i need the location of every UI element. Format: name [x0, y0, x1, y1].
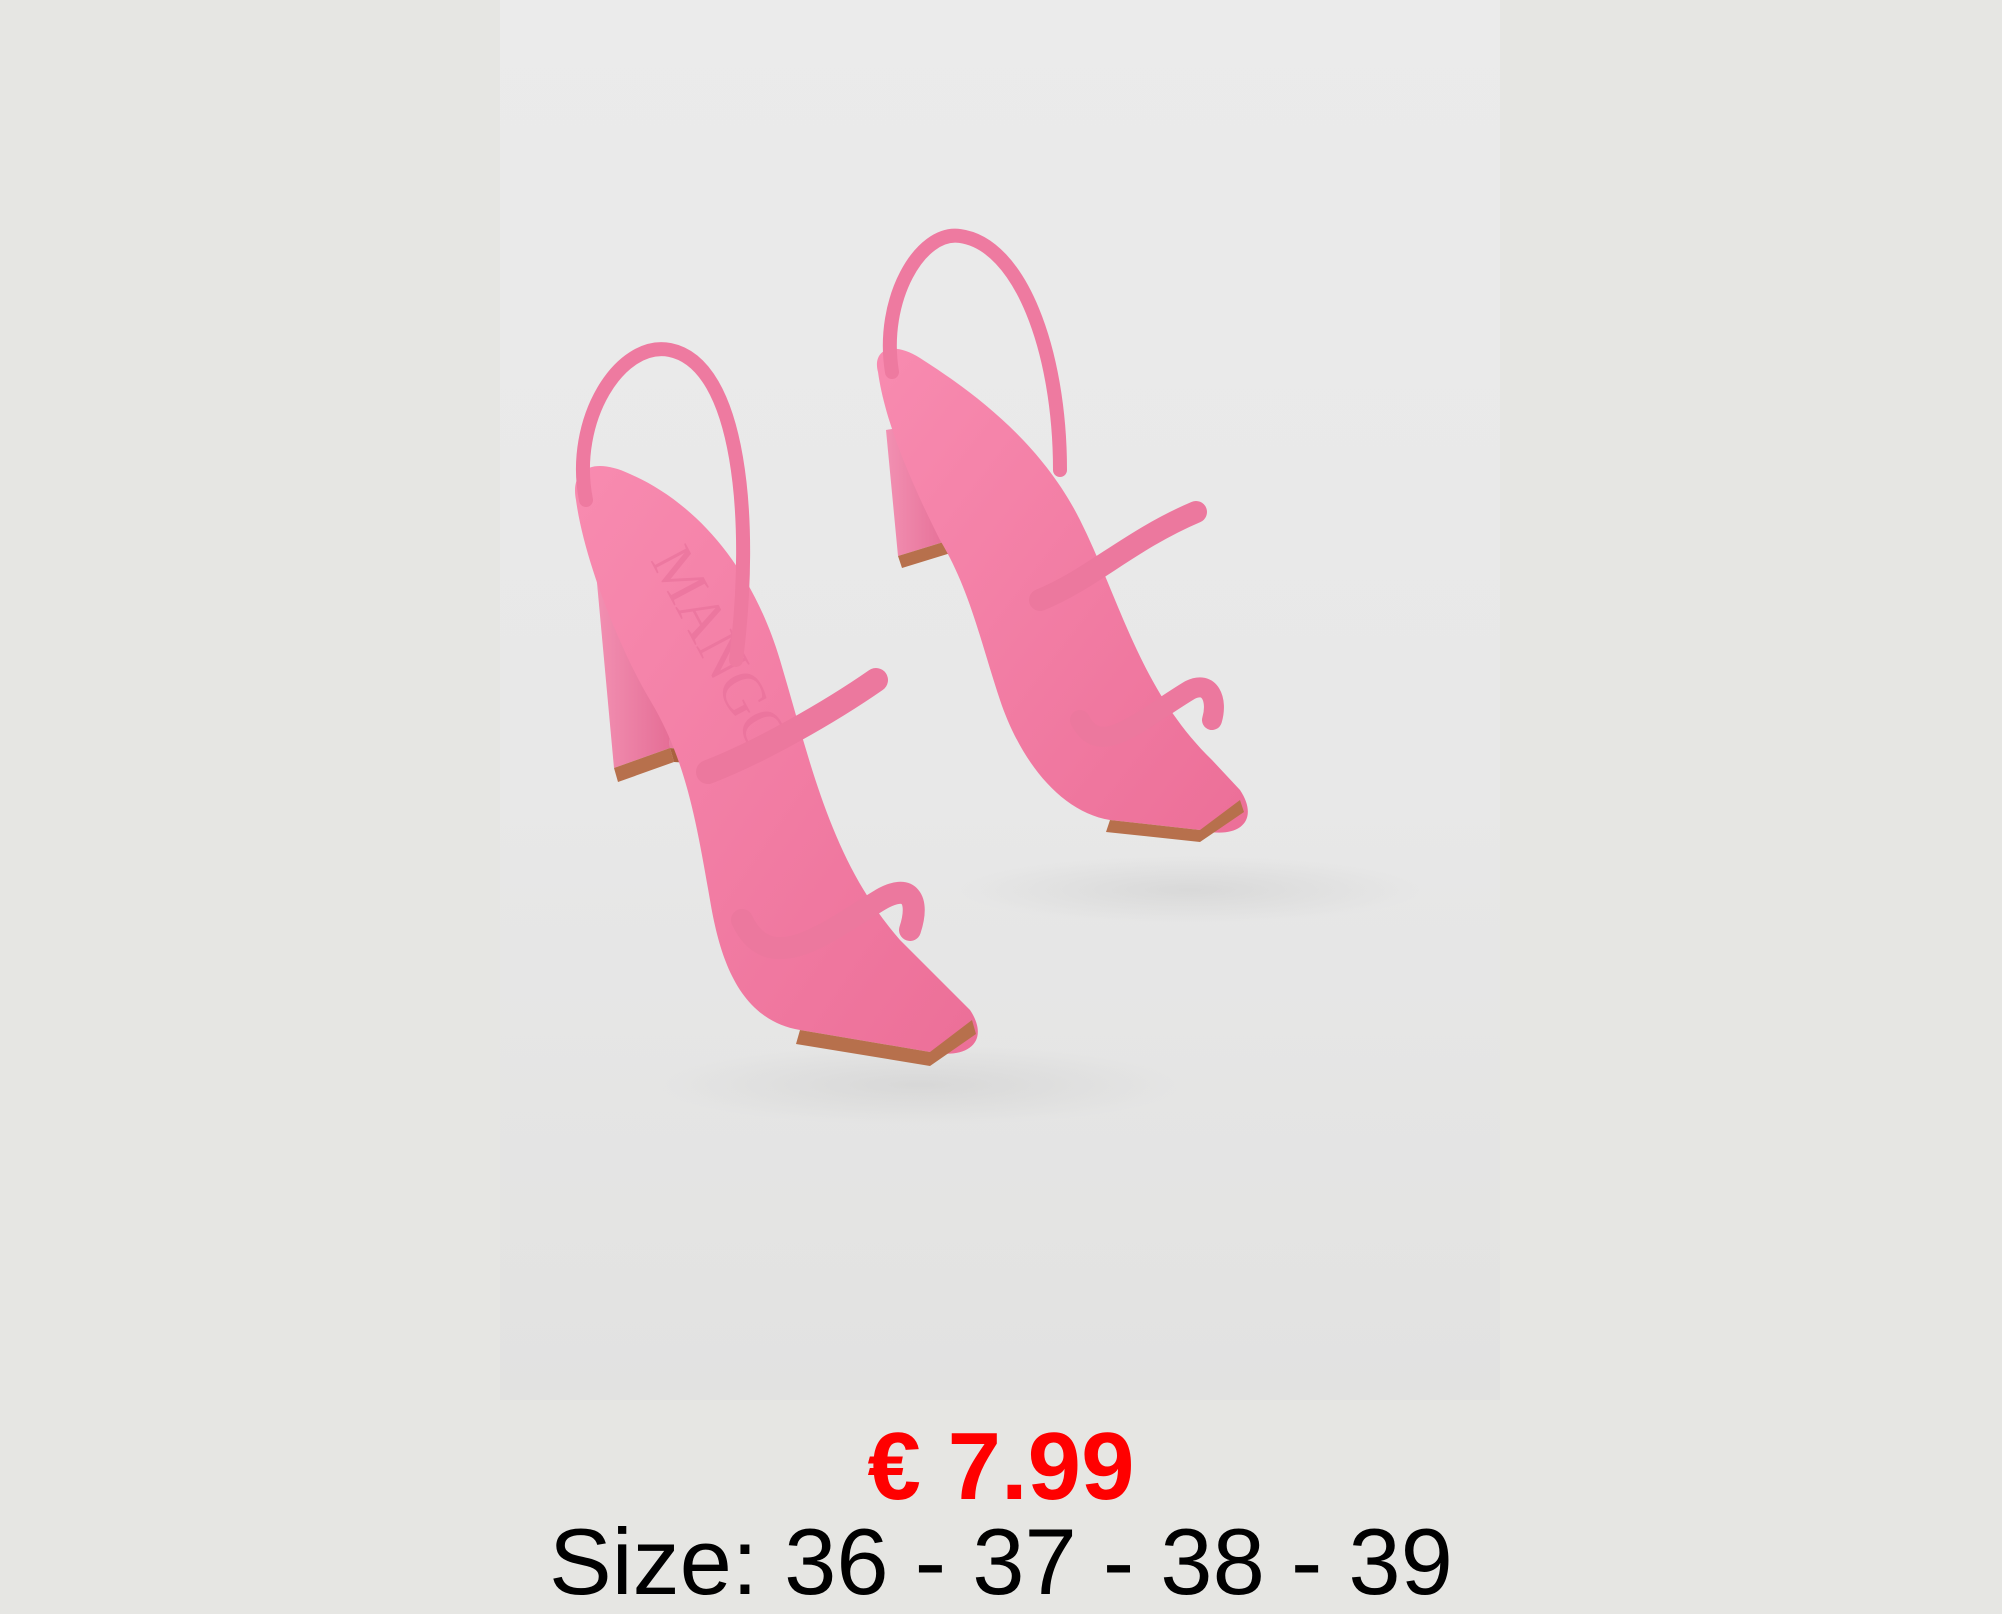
product-photo[interactable]: MANGO — [500, 0, 1500, 1400]
pink-sandals-image: MANGO — [575, 228, 1420, 1125]
back-sandal — [876, 228, 1248, 842]
size-availability: Size: 36 - 37 - 38 - 39 — [549, 1509, 1453, 1614]
price-label: € 7.99 — [867, 1413, 1135, 1520]
product-card: MANGO € 7.99 Size: 36 - 37 - 38 - 39 — [0, 0, 2002, 1614]
